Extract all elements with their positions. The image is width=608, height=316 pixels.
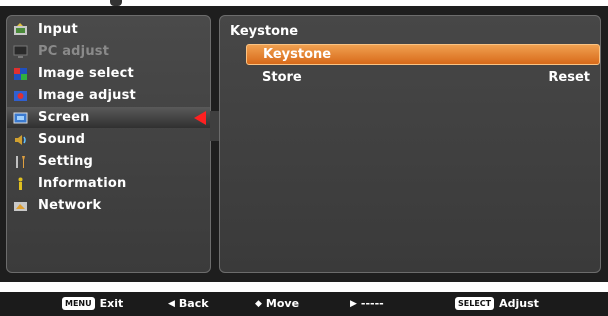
- hint-exit: MENU Exit: [62, 297, 123, 310]
- submenu-item-keystone[interactable]: Keystone: [246, 44, 600, 65]
- submenu-item-value: Reset: [548, 70, 590, 85]
- input-icon: [13, 22, 28, 37]
- menu-item-screen[interactable]: Screen: [7, 107, 210, 128]
- hint-back: ◀ Back: [168, 297, 209, 310]
- hint-label: -----: [360, 297, 384, 310]
- menu-item-sound[interactable]: Sound: [7, 129, 210, 150]
- menu-item-image-adjust[interactable]: Image adjust: [7, 85, 210, 106]
- network-icon: [13, 199, 28, 213]
- main-menu-panel: Input PC adjust Image select Image adjus…: [6, 15, 211, 273]
- menu-item-label: Input: [38, 22, 78, 37]
- image-select-icon: [13, 67, 28, 81]
- hint-enter: ▶ -----: [350, 297, 384, 310]
- submenu-title: Keystone: [230, 24, 299, 39]
- pc-adjust-icon: [13, 45, 28, 59]
- menu-item-label: PC adjust: [38, 44, 110, 59]
- right-arrow-icon: ▶: [350, 298, 357, 309]
- sound-icon: [13, 133, 28, 147]
- menu-key-icon: MENU: [62, 297, 95, 310]
- select-key-icon: SELECT: [455, 297, 495, 310]
- submenu-panel: Keystone Keystone Store Reset: [219, 15, 601, 273]
- menu-item-label: Information: [38, 176, 127, 191]
- left-arrow-icon: ◀: [168, 298, 175, 309]
- submenu-item-label: Keystone: [263, 47, 332, 62]
- menu-item-label: Sound: [38, 132, 86, 147]
- menu-item-input[interactable]: Input: [7, 19, 210, 40]
- hint-label: Move: [265, 297, 300, 310]
- menu-item-pc-adjust[interactable]: PC adjust: [7, 41, 210, 62]
- screen-icon: [13, 111, 28, 125]
- hint-label: Exit: [99, 297, 124, 310]
- setting-icon: [13, 155, 28, 169]
- menu-item-image-select[interactable]: Image select: [7, 63, 210, 84]
- menu-item-label: Image adjust: [38, 88, 136, 103]
- key-guide-bar: MENU Exit ◀ Back ◆ Move ▶ ----- SELECT A…: [0, 292, 608, 316]
- image-adjust-icon: [13, 89, 28, 103]
- hint-label: Adjust: [499, 297, 539, 310]
- hint-adjust: SELECT Adjust: [455, 297, 539, 310]
- up-down-arrow-icon: ◆: [255, 298, 262, 309]
- information-icon: [13, 177, 28, 191]
- menu-item-label: Setting: [38, 154, 94, 169]
- submenu-item-label: Store: [262, 70, 302, 85]
- menu-item-label: Screen: [38, 110, 90, 125]
- hint-label: Back: [178, 297, 209, 310]
- hint-move: ◆ Move: [255, 297, 299, 310]
- menu-item-network[interactable]: Network: [7, 195, 210, 216]
- menu-item-information[interactable]: Information: [7, 173, 210, 194]
- submenu-item-store[interactable]: Store Reset: [246, 67, 600, 88]
- osd-menu-window: Input PC adjust Image select Image adjus…: [0, 6, 608, 282]
- selection-arrow-icon: [194, 111, 206, 125]
- menu-item-label: Network: [38, 198, 102, 213]
- menu-item-label: Image select: [38, 66, 134, 81]
- menu-item-setting[interactable]: Setting: [7, 151, 210, 172]
